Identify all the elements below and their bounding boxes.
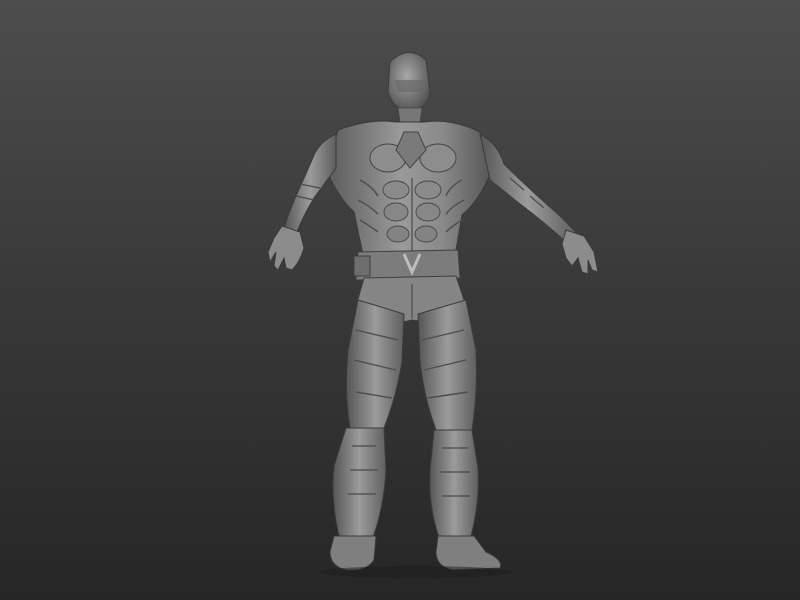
sculpt-model[interactable] [0, 0, 800, 600]
model-left-arm [267, 133, 337, 271]
model-left-leg [329, 299, 405, 571]
model-right-leg [417, 299, 502, 571]
model-belt [353, 249, 461, 281]
floor-shadow [320, 566, 512, 578]
model-right-arm [479, 133, 599, 275]
3d-viewport[interactable] [0, 0, 800, 600]
model-head [387, 52, 431, 123]
